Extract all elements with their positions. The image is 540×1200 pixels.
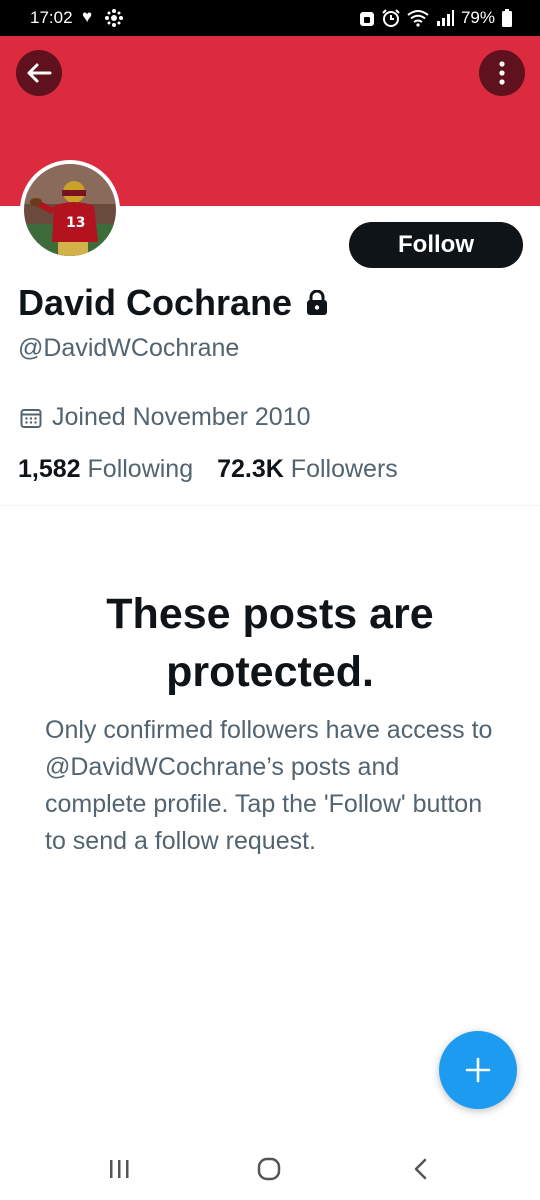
joined-date-row: Joined November 2010: [20, 403, 311, 432]
back-button[interactable]: [16, 50, 62, 96]
following-count: 1,582: [18, 455, 81, 483]
followers-label: Followers: [290, 455, 398, 483]
status-bar: 17:02 ♥ 79%: [0, 0, 540, 36]
display-name-row: David Cochrane: [18, 282, 328, 324]
display-name: David Cochrane: [18, 282, 293, 323]
followers-link[interactable]: 72.3K Followers: [217, 455, 398, 484]
protected-title: These posts are protected.: [106, 590, 434, 696]
wifi-icon: [407, 10, 429, 27]
back-nav-icon: [414, 1158, 427, 1180]
avatar[interactable]: 13: [20, 160, 120, 260]
lock-status-icon: [359, 12, 374, 26]
status-time: 17:02: [30, 8, 73, 27]
joined-date: Joined November 2010: [52, 403, 311, 431]
following-label: Following: [87, 455, 194, 483]
avatar-image: 13: [24, 164, 116, 256]
system-nav-bar: [0, 1135, 540, 1200]
more-options-button[interactable]: [479, 50, 525, 96]
follow-stats: 1,582 Following 72.3K Followers: [18, 455, 398, 484]
more-vertical-icon: [499, 61, 505, 85]
recent-apps-button[interactable]: [99, 1149, 139, 1189]
protected-description: Only confirmed followers have access to …: [45, 716, 493, 855]
back-nav-button[interactable]: [401, 1149, 441, 1189]
calendar-icon: [20, 408, 42, 428]
alarm-icon: [382, 9, 400, 27]
divider: [0, 505, 540, 506]
recent-apps-icon: [110, 1160, 129, 1178]
home-button[interactable]: [249, 1149, 289, 1189]
following-link[interactable]: 1,582 Following: [18, 455, 193, 484]
home-icon: [257, 1157, 281, 1181]
battery-percent: 79%: [460, 8, 495, 27]
user-handle: @DavidWCochrane: [18, 334, 240, 362]
cbc-gem-icon: [105, 9, 123, 27]
compose-fab-button[interactable]: [439, 1031, 517, 1109]
back-arrow-icon: [27, 63, 52, 83]
protected-lock-icon: [307, 290, 328, 315]
signal-icon: [436, 10, 454, 26]
followers-count: 72.3K: [217, 455, 284, 483]
svg-text:13: 13: [66, 215, 85, 231]
battery-icon: [502, 9, 512, 27]
follow-button[interactable]: Follow: [349, 222, 523, 268]
plus-icon: [465, 1057, 491, 1083]
heart-icon: ♥: [82, 7, 93, 26]
